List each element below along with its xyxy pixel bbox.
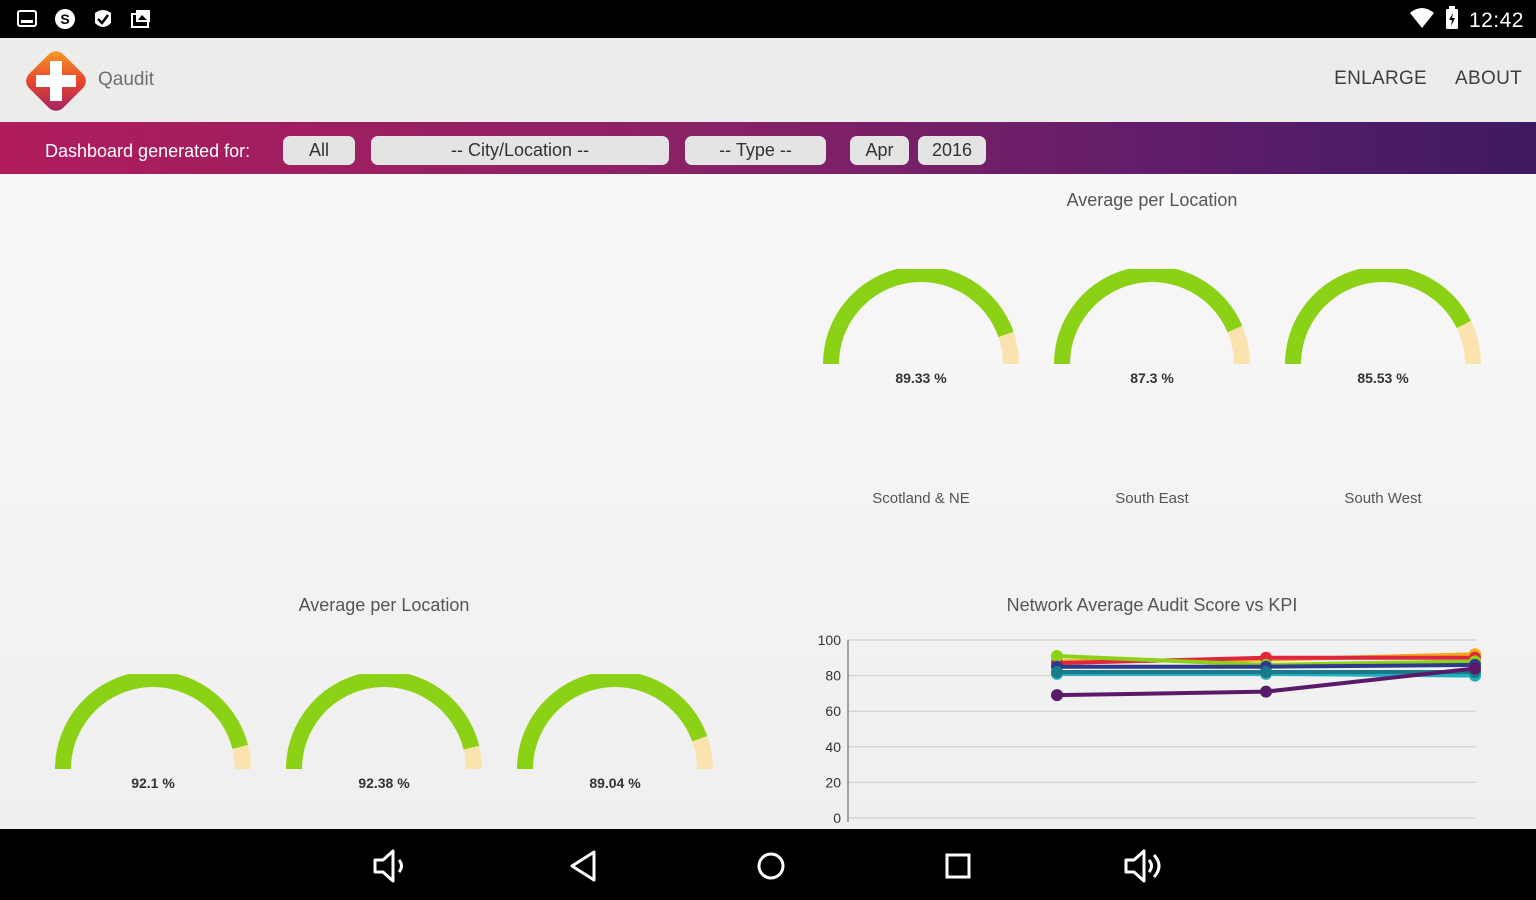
volume-up-icon[interactable] xyxy=(1122,844,1166,888)
gauge-value: 89.33 % xyxy=(895,370,947,386)
wifi-icon xyxy=(1409,7,1435,34)
location-label: South West xyxy=(1344,490,1422,507)
gauge-value-arc xyxy=(517,674,708,770)
y-tick-label: 80 xyxy=(825,668,841,684)
photo-icon xyxy=(128,6,154,32)
clock: 12:42 xyxy=(1468,8,1524,32)
battery-icon xyxy=(1445,6,1459,35)
gauge-remainder-arc xyxy=(1054,269,1250,365)
gauge-remainder-arc xyxy=(1285,269,1481,365)
panel-title-bottom-left: Average per Location xyxy=(298,595,470,615)
filter-label: Dashboard generated for: xyxy=(45,141,251,161)
gauge-value: 85.53 % xyxy=(1357,370,1409,386)
region-select[interactable]: All xyxy=(283,136,355,165)
data-point xyxy=(1260,666,1272,679)
y-tick-label: 100 xyxy=(818,632,842,648)
gauge-south-west xyxy=(1285,269,1481,365)
filter-bar: Dashboard generated for: All -- City/Loc… xyxy=(0,122,1536,174)
audit-score-line-chart: 0 20 40 60 80 100 xyxy=(818,632,1481,826)
gauge-value-arc xyxy=(1285,269,1472,365)
volume-down-icon[interactable] xyxy=(369,844,413,888)
svg-text:S: S xyxy=(60,11,69,27)
data-point xyxy=(1051,689,1063,702)
app-name: Qaudit xyxy=(98,69,154,90)
gauge-remainder-arc xyxy=(286,674,482,770)
screenshot-icon xyxy=(14,6,40,32)
notification-icons: S xyxy=(14,6,154,32)
about-button[interactable]: ABOUT xyxy=(1455,68,1522,90)
gauge-south-east xyxy=(1054,269,1250,365)
gauge-value-arc xyxy=(823,269,1014,365)
gauge-value-arc xyxy=(286,674,480,770)
city-location-select[interactable]: -- City/Location -- xyxy=(371,136,669,165)
y-tick-label: 60 xyxy=(825,703,841,719)
app-logo xyxy=(20,45,92,117)
home-icon[interactable] xyxy=(749,844,793,888)
gauge-value: 92.38 % xyxy=(358,775,410,791)
dashboard-content: Average per Location 89.33 % Scotland & … xyxy=(0,174,1536,829)
location-label: Scotland & NE xyxy=(872,490,970,507)
gauge-location-1 xyxy=(55,674,251,770)
gauge-value-arc xyxy=(1054,269,1243,365)
type-select[interactable]: -- Type -- xyxy=(685,136,826,165)
year-select[interactable]: 2016 xyxy=(918,136,986,165)
gauge-location-2 xyxy=(286,674,482,770)
gauge-remainder-arc xyxy=(55,674,251,770)
checkmark-app-icon xyxy=(90,6,116,32)
status-bar: S 12:42 xyxy=(0,0,1536,38)
gauge-value-arc xyxy=(55,674,248,770)
gauge-value: 89.04 % xyxy=(589,775,641,791)
location-label: South East xyxy=(1115,490,1189,507)
gauge-scotland-ne xyxy=(823,269,1019,365)
skype-icon: S xyxy=(52,6,78,32)
panel-title-bottom-right: Network Average Audit Score vs KPI xyxy=(1006,595,1298,615)
gauge-location-3 xyxy=(517,674,713,770)
data-point xyxy=(1051,650,1063,663)
data-point xyxy=(1051,666,1063,679)
panel-title-top-right: Average per Location xyxy=(1066,190,1238,210)
back-icon[interactable] xyxy=(562,844,606,888)
app-header: Qaudit ENLARGE ABOUT xyxy=(0,38,1536,122)
header-actions: ENLARGE ABOUT xyxy=(1334,68,1522,90)
y-tick-label: 40 xyxy=(825,739,841,755)
y-tick-label: 0 xyxy=(833,810,841,826)
navigation-bar xyxy=(0,829,1536,900)
gauge-value: 92.1 % xyxy=(131,775,175,791)
data-point xyxy=(1469,662,1481,675)
gauge-remainder-arc xyxy=(823,269,1019,365)
gauge-value: 87.3 % xyxy=(1130,370,1174,386)
y-tick-label: 20 xyxy=(825,774,841,790)
recents-icon[interactable] xyxy=(936,844,980,888)
system-status: 12:42 xyxy=(1409,6,1524,35)
enlarge-button[interactable]: ENLARGE xyxy=(1334,68,1427,90)
month-select[interactable]: Apr xyxy=(850,136,909,165)
data-point xyxy=(1260,685,1272,698)
gauge-remainder-arc xyxy=(517,674,713,770)
